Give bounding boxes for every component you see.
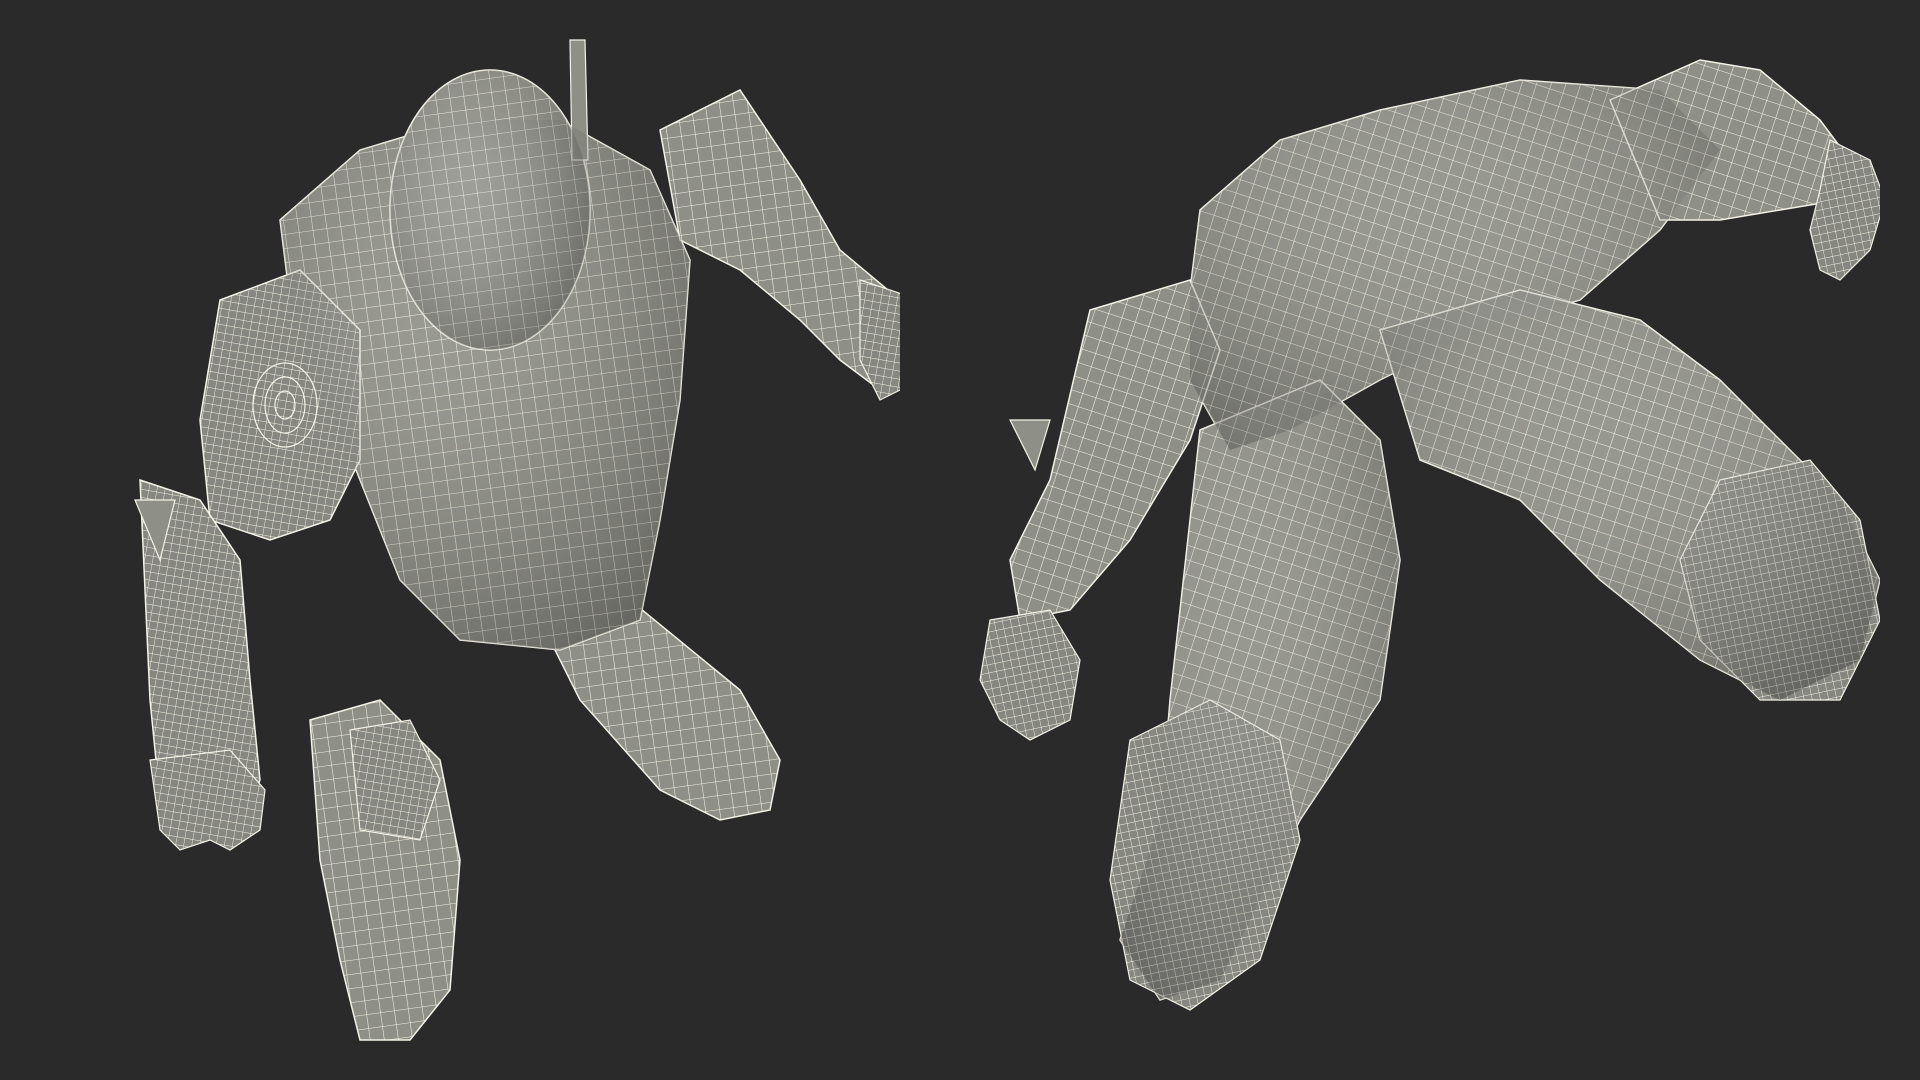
wireframe-figure-top-svg: [134, 39, 900, 1041]
top-view-body: [134, 39, 900, 1041]
wireframe-figure-top-view: [40, 0, 900, 1080]
wireframe-figure-bottom-svg: [979, 59, 1880, 1011]
wireframe-figure-bottom-view: [960, 0, 1880, 1080]
bottom-view-body: [979, 59, 1880, 1011]
render-viewport: [0, 0, 1920, 1080]
